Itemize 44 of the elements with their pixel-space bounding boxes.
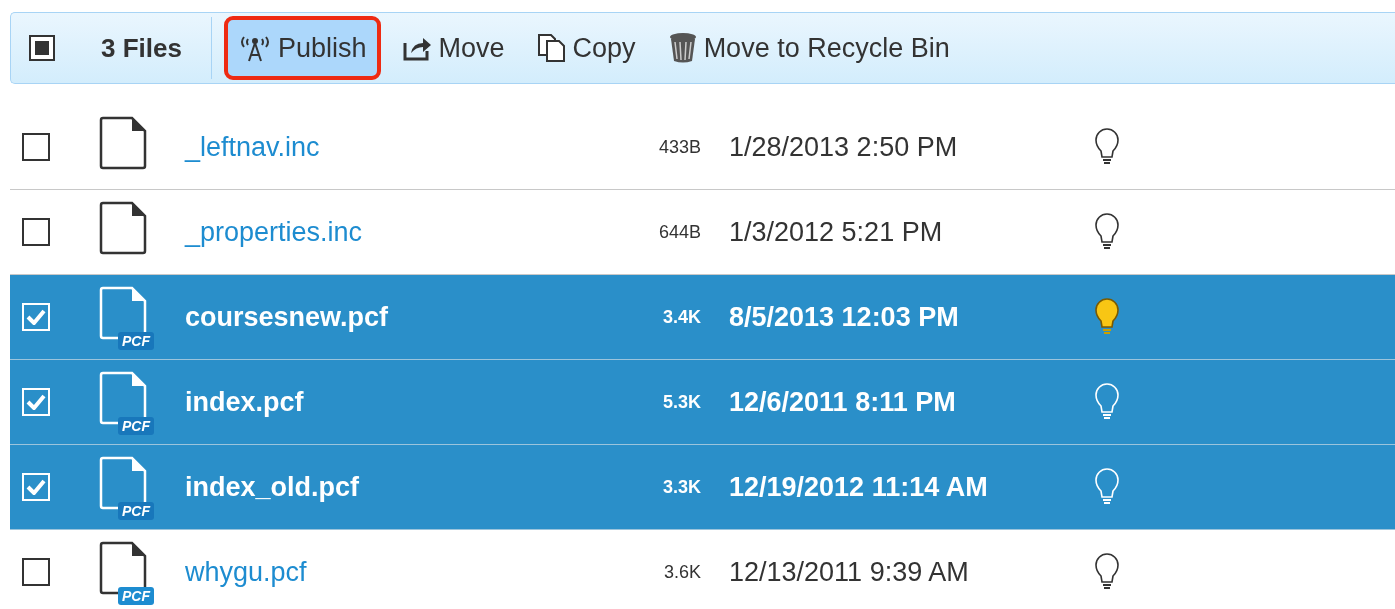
modified-date: 12/13/2011 9:39 AM: [729, 556, 970, 588]
file-size: 5.3K: [661, 391, 701, 413]
share-icon: [402, 35, 433, 61]
checkbox[interactable]: [22, 218, 50, 246]
file-name-link[interactable]: index.pcf: [185, 386, 625, 418]
file-row[interactable]: PCF index_old.pcf 3.3K 12/19/2012 11:14 AM: [10, 445, 1395, 530]
modified-date: 1/28/2013 2:50 PM: [729, 131, 959, 163]
lightbulb-icon[interactable]: [1094, 552, 1120, 592]
file-row[interactable]: PCF coursesnew.pcf 3.4K 8/5/2013 12:03 PM: [10, 275, 1395, 360]
document-icon: [98, 116, 148, 170]
copy-icon: [536, 33, 567, 63]
file-row[interactable]: _leftnav.inc 433B 1/28/2013 2:50 PM: [10, 105, 1395, 190]
selection-count: 3 Files: [101, 32, 183, 64]
file-row[interactable]: PCF index.pcf 5.3K 12/6/2011 8:11 PM: [10, 360, 1395, 445]
recycle-button[interactable]: Move to Recycle Bin: [657, 16, 960, 80]
document-icon: [98, 201, 148, 255]
file-name-link[interactable]: coursesnew.pcf: [185, 301, 625, 333]
file-size: 3.6K: [662, 561, 701, 583]
copy-button[interactable]: Copy: [526, 16, 646, 80]
lightbulb-icon[interactable]: [1094, 127, 1120, 167]
file-type-badge: PCF: [118, 587, 154, 605]
file-type-badge: PCF: [118, 332, 154, 350]
file-type-badge: PCF: [118, 502, 154, 520]
move-button[interactable]: Move: [392, 16, 515, 80]
modified-date: 8/5/2013 12:03 PM: [729, 301, 960, 333]
modified-date: 12/6/2011 8:11 PM: [729, 386, 957, 418]
file-type-badge: PCF: [118, 417, 154, 435]
lightbulb-icon[interactable]: [1094, 212, 1120, 252]
file-name-link[interactable]: whygu.pcf: [185, 556, 625, 588]
select-all-checkbox[interactable]: [29, 35, 55, 61]
checkbox[interactable]: [22, 558, 50, 586]
file-name-link[interactable]: _leftnav.inc: [185, 131, 625, 163]
file-row[interactable]: PCF whygu.pcf 3.6K 12/13/2011 9:39 AM: [10, 530, 1395, 609]
file-size: 433B: [657, 136, 701, 158]
file-size: 3.3K: [661, 476, 701, 498]
file-size: 644B: [657, 221, 701, 243]
publish-button[interactable]: Publish: [224, 16, 381, 80]
file-name-link[interactable]: index_old.pcf: [185, 471, 625, 503]
modified-date: 1/3/2012 5:21 PM: [729, 216, 944, 248]
modified-date: 12/19/2012 11:14 AM: [729, 471, 989, 503]
checkbox[interactable]: [22, 133, 50, 161]
file-size: 3.4K: [661, 306, 701, 328]
trash-icon: [667, 32, 698, 64]
file-name-link[interactable]: _properties.inc: [185, 216, 625, 248]
